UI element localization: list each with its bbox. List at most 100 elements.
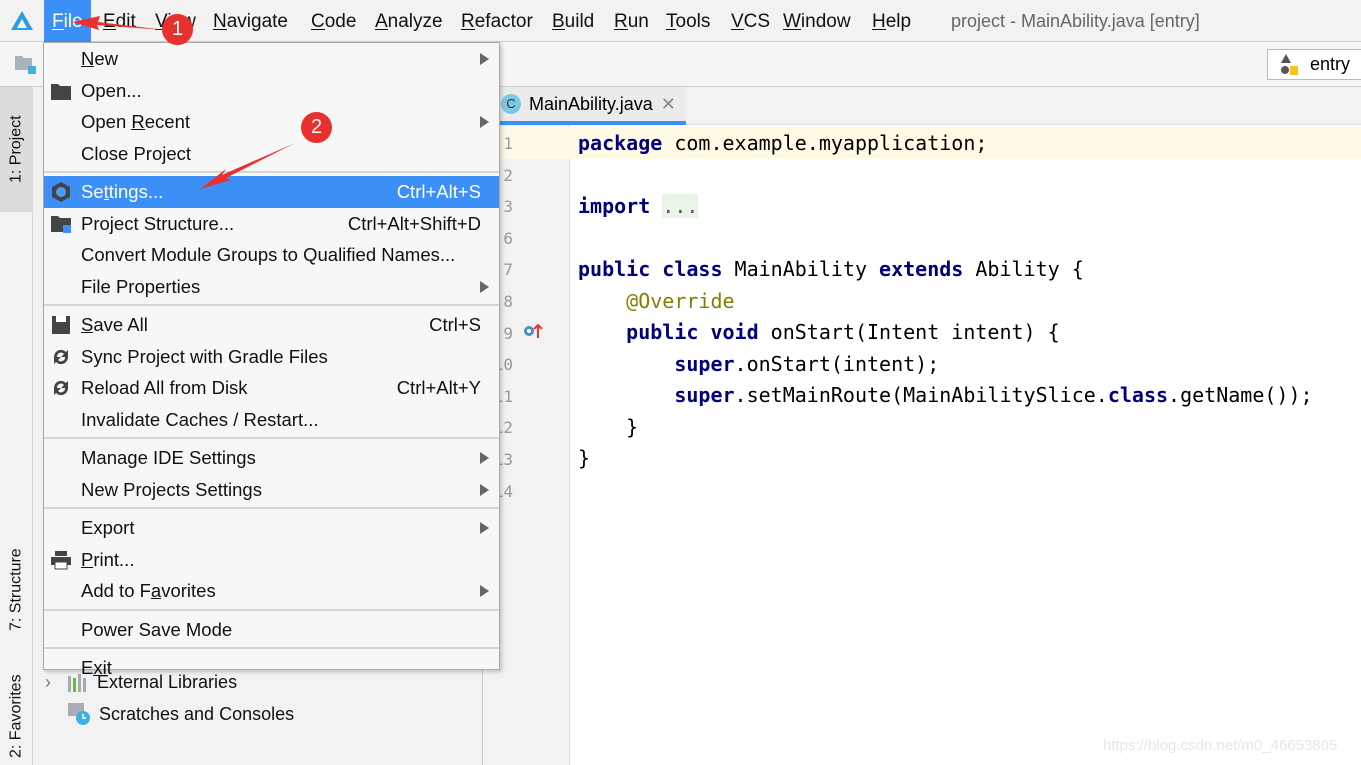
menu-item-label: Reload All from Disk [81, 377, 248, 398]
menu-item-label: Project Structure... [81, 212, 235, 234]
menu-code[interactable]: Code [311, 0, 356, 42]
menu-item-new-projects-settings[interactable]: New Projects Settings [44, 474, 499, 506]
menu-bar: FileEditViewNavigateCodeAnalyzeRefactorB… [0, 0, 1361, 42]
menu-item-shortcut: Ctrl+S [429, 314, 481, 335]
menu-item-shortcut: Ctrl+Alt+S [396, 181, 481, 202]
tab-structure-label: 7: Structure [7, 548, 25, 631]
menu-help[interactable]: Help [872, 0, 911, 42]
watermark: https://blog.csdn.net/m0_46653805 [1103, 737, 1338, 754]
menu-item-file-properties[interactable]: File Properties [44, 271, 499, 303]
menu-item-convert-module-groups-to-qualified-names[interactable]: Convert Module Groups to Qualified Names… [44, 239, 499, 271]
menu-item-add-to-favorites[interactable]: Add to Favorites [44, 575, 499, 607]
menu-item-export[interactable]: Export [44, 512, 499, 544]
tab-favorites[interactable]: 2: Favorites [0, 667, 33, 765]
scratches-icon [68, 703, 90, 725]
tab-structure[interactable]: 7: Structure [0, 527, 33, 652]
tab-project-label: 1: Project [7, 115, 25, 184]
menu-item-label: Save All [81, 314, 148, 335]
menu-vcs[interactable]: VCS [731, 0, 770, 42]
menu-item-print[interactable]: Print... [44, 544, 499, 576]
mnemonic-underline [872, 29, 886, 30]
menu-item-open-recent[interactable]: Open Recent [44, 106, 499, 138]
mnemonic-underline [81, 332, 94, 333]
menu-analyze[interactable]: Analyze [375, 0, 443, 42]
menu-item-exit[interactable]: Exit [44, 652, 499, 684]
menu-item-open[interactable]: Open... [44, 75, 499, 107]
mnemonic-underline [375, 29, 388, 30]
override-gutter-icon[interactable] [522, 322, 544, 340]
menu-item-label: New [81, 48, 119, 69]
submenu-arrow-icon [480, 116, 489, 128]
code-editor[interactable] [570, 125, 1361, 765]
submenu-arrow-icon [480, 452, 489, 464]
submenu-arrow-icon [480, 522, 489, 534]
code-line: public void onStart(Intent intent) { [626, 320, 1060, 344]
close-tab-icon[interactable]: ✕ [661, 94, 676, 115]
menu-tools[interactable]: Tools [666, 0, 710, 42]
mnemonic-underline [461, 29, 475, 30]
menu-item-close-project[interactable]: Close Project [44, 138, 499, 170]
submenu-arrow-icon [480, 585, 489, 597]
menu-item-label: Add to Favorites [81, 580, 216, 601]
mnemonic-underline [213, 29, 227, 30]
app-logo-icon [11, 11, 33, 30]
menu-item-shortcut: Ctrl+Alt+Shift+D [347, 212, 481, 234]
menu-item-manage-ide-settings[interactable]: Manage IDE Settings [44, 442, 499, 474]
menu-item-label: Open... [81, 79, 142, 101]
sync-icon [53, 349, 69, 364]
menu-navigate[interactable]: Navigate [213, 0, 288, 42]
code-line: import ... [578, 194, 699, 218]
menu-item-settings[interactable]: Settings... Ctrl+Alt+S [44, 176, 499, 208]
run-config-selector[interactable]: entry [1267, 49, 1361, 80]
menu-item-label: Invalidate Caches / Restart... [81, 408, 319, 430]
menu-file[interactable]: File [44, 0, 91, 42]
code-line: } [578, 415, 639, 439]
menu-item-reload-all-from-disk[interactable]: Reload All from Disk Ctrl+Alt+Y [44, 372, 499, 404]
code-line: super.setMainRoute(MainAbilitySlice.clas… [674, 383, 1313, 407]
mnemonic-underline [552, 29, 565, 30]
tab-favorites-label: 2: Favorites [7, 674, 25, 758]
code-line: } [578, 446, 591, 470]
menu-item-project-structure[interactable]: Project Structure... Ctrl+Alt+Shift+D [44, 208, 499, 240]
tool-window-strip: 1: Project 7: Structure 2: Favorites [0, 87, 33, 765]
mnemonic-underline [103, 29, 116, 30]
print-icon [51, 550, 71, 569]
tab-project[interactable]: 1: Project [0, 87, 33, 212]
mnemonic-underline [666, 29, 676, 30]
mnemonic-underline [614, 29, 628, 30]
tree-item-scratches[interactable]: Scratches and Consoles [67, 702, 294, 726]
mnemonic-underline [81, 66, 95, 67]
submenu-arrow-icon [480, 483, 489, 496]
menu-run[interactable]: Run [614, 0, 649, 42]
menu-window[interactable]: Window [783, 0, 851, 42]
menu-item-sync-project-with-gradle-files[interactable]: Sync Project with Gradle Files [44, 341, 499, 373]
menu-edit[interactable]: Edit [103, 0, 136, 42]
module-icon [1281, 54, 1298, 75]
editor-tab-mainability[interactable]: C MainAbility.java ✕ [497, 87, 686, 125]
menu-item-shortcut: Ctrl+Alt+Y [396, 377, 481, 398]
annotation-badge-2: 2 [301, 112, 332, 143]
menu-item-label: Manage IDE Settings [81, 447, 256, 468]
reload-icon [53, 380, 69, 396]
menu-item-power-save-mode[interactable]: Power Save Mode [44, 614, 499, 646]
menu-item-label: Settings... [81, 181, 164, 202]
submenu-arrow-icon [480, 280, 489, 293]
settings-icon [52, 182, 70, 202]
menu-item-label: New Projects Settings [81, 478, 262, 500]
code-line: @Override [626, 289, 735, 313]
menu-refactor[interactable]: Refactor [461, 0, 533, 42]
mnemonic-underline [311, 29, 325, 30]
mnemonic-underline [103, 199, 109, 200]
menu-build[interactable]: Build [552, 0, 594, 42]
menu-item-label: Close Project [81, 142, 192, 164]
menu-item-label: Exit [81, 657, 112, 678]
menu-item-new[interactable]: New [44, 43, 499, 75]
mnemonic-underline [731, 29, 744, 30]
project-view-icon[interactable] [15, 54, 37, 74]
menu-item-label: Open Recent [81, 111, 191, 132]
menu-item-invalidate-caches-restart[interactable]: Invalidate Caches / Restart... [44, 404, 499, 436]
mnemonic-underline [131, 129, 145, 130]
file-menu: New Open... Open Recent Close Project Settin… [43, 42, 500, 678]
menu-item-save-all[interactable]: Save All Ctrl+S [44, 309, 499, 341]
submenu-arrow-icon [480, 53, 489, 65]
